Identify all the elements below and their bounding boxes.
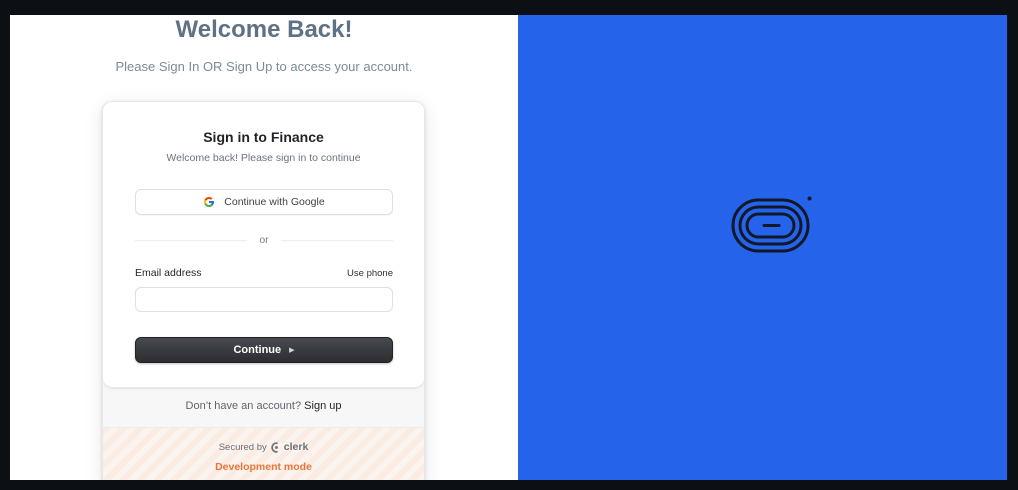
- page-title: Welcome Back!: [175, 16, 353, 43]
- sign-in-card-body: Sign in to Finance Welcome back! Please …: [103, 102, 424, 388]
- signup-prompt: Don’t have an account? Sign up: [103, 400, 424, 412]
- clerk-brand[interactable]: clerk: [271, 441, 309, 453]
- app-frame: Welcome Back! Please Sign In OR Sign Up …: [10, 15, 1007, 480]
- clerk-logo-icon: [271, 441, 282, 453]
- divider-text: or: [259, 234, 269, 246]
- or-divider: or: [135, 233, 393, 247]
- page-subtitle: Please Sign In OR Sign Up to access your…: [115, 59, 413, 74]
- email-label: Email address: [135, 267, 202, 279]
- continue-with-google-button[interactable]: Continue with Google: [135, 189, 393, 215]
- secured-by-text: Secured by: [218, 441, 267, 453]
- google-icon: [203, 196, 215, 208]
- sign-in-card: Sign in to Finance Welcome back! Please …: [102, 101, 425, 480]
- divider-line-right: [280, 239, 393, 241]
- card-title: Sign in to Finance: [203, 129, 324, 145]
- continue-button[interactable]: Continue ▶: [135, 337, 393, 363]
- development-mode-label: Development mode: [215, 461, 312, 473]
- use-phone-link[interactable]: Use phone: [347, 268, 393, 279]
- google-button-label: Continue with Google: [224, 196, 325, 208]
- play-triangle-icon: ▶: [289, 347, 295, 354]
- email-field[interactable]: [135, 287, 393, 312]
- secured-by-row: Secured by clerk: [103, 441, 424, 453]
- card-subtitle: Welcome back! Please sign in to continue: [166, 152, 361, 164]
- brand-panel: [518, 15, 1007, 480]
- divider-line-left: [135, 239, 248, 241]
- card-footer: Secured by clerk Development mode: [103, 427, 424, 480]
- left-panel: Welcome Back! Please Sign In OR Sign Up …: [10, 15, 518, 480]
- sign-up-link[interactable]: Sign up: [304, 400, 341, 412]
- no-account-text: Don’t have an account?: [185, 400, 302, 412]
- email-label-row: Email address Use phone: [135, 267, 393, 279]
- clerk-brand-text: clerk: [283, 441, 309, 453]
- brand-logo-icon: [731, 195, 813, 255]
- continue-button-label: Continue: [233, 344, 282, 356]
